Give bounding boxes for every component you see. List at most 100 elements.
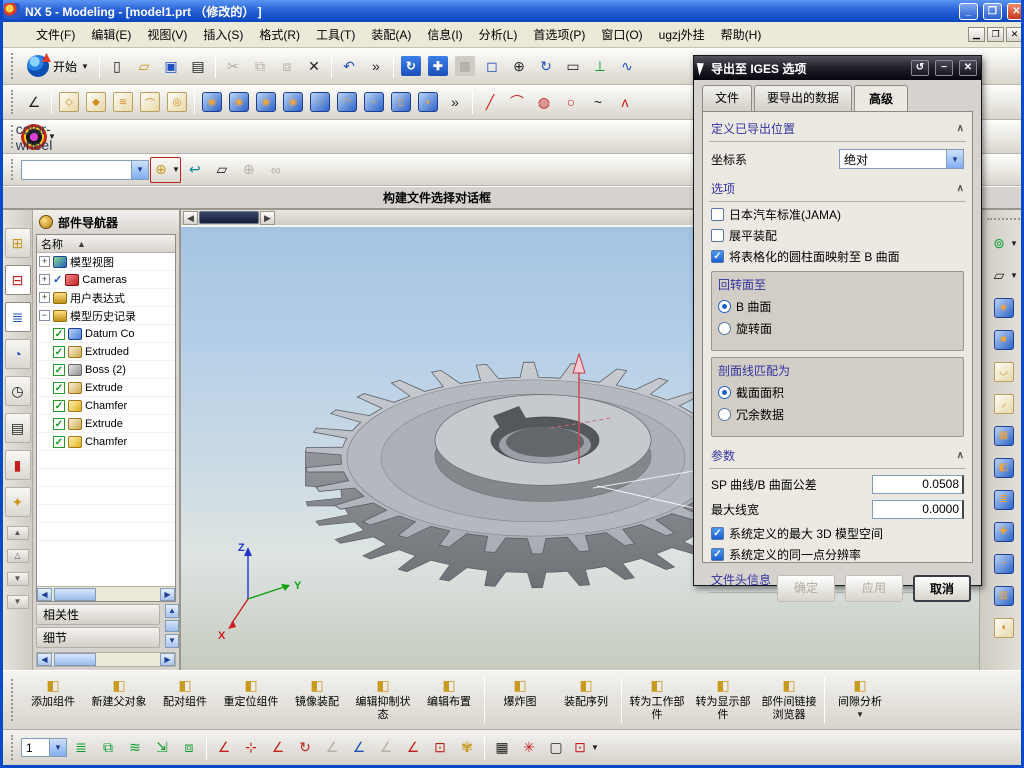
dialog-tab-2[interactable]: 要导出的数据	[754, 85, 853, 111]
menu-item-5[interactable]: 格式(R)	[252, 23, 307, 46]
undo-button[interactable]: ↶	[336, 53, 362, 79]
cylinder-ghost-button[interactable]: ◎	[164, 89, 190, 115]
footer-scroll-down-icon[interactable]: ▼	[165, 634, 179, 648]
fit-selection-button[interactable]: ▩	[452, 53, 478, 79]
graphics-view-tab[interactable]	[199, 211, 259, 224]
selection-scope-combo[interactable]: ▼	[21, 159, 149, 180]
feature-checkbox[interactable]: ✓	[53, 363, 65, 376]
tree-row[interactable]: ✓ Chamfer	[37, 433, 175, 451]
menu-item-6[interactable]: 工具(T)	[309, 23, 362, 46]
wcs-save-button[interactable]: ⊡	[427, 735, 453, 761]
minimize-button[interactable]: _	[959, 2, 978, 20]
visualization-button[interactable]: ▮	[4, 450, 31, 480]
mate-component-button[interactable]: ◧ 配对组件	[152, 671, 218, 729]
bend-button[interactable]: ◡	[991, 357, 1017, 386]
mdi-restore-button[interactable]: ❐	[987, 27, 1004, 42]
roles-button[interactable]: ✦	[4, 487, 31, 517]
extrude-button[interactable]: ◉	[199, 89, 225, 115]
reposition-component-button[interactable]: ◧ 重定位组件	[218, 671, 284, 729]
open-button[interactable]: ▱	[131, 53, 157, 79]
menu-item-2[interactable]: 编辑(E)	[84, 23, 138, 46]
navigator-section-2[interactable]: 细节	[36, 627, 160, 648]
expand-icon[interactable]: +	[39, 274, 50, 285]
zoom-box-button[interactable]: ◻	[479, 53, 505, 79]
footer-horizontal-scrollbar[interactable]: ◀ ▶	[36, 652, 176, 667]
rotate-view-button[interactable]: ↻	[533, 53, 559, 79]
edit-suppression-button[interactable]: ◧ 编辑抑制状态	[350, 671, 416, 729]
part-navigator-button[interactable]: ≣	[4, 302, 31, 332]
wcs-orient-button[interactable]: ∠	[319, 735, 345, 761]
pocket-button[interactable]: ◌	[307, 89, 333, 115]
tree-row[interactable]: ✓ Chamfer	[37, 397, 175, 415]
apply-button[interactable]: 应用	[845, 575, 903, 602]
wcs-rotate-button[interactable]: ↻	[292, 735, 318, 761]
checkbox-row[interactable]: ✓ 系统定义的同一点分辨率	[711, 546, 964, 563]
reuse-library-button[interactable]: ◔	[4, 339, 31, 369]
checked-checkbox[interactable]: ✓	[711, 250, 724, 263]
checkbox-row[interactable]: 日本汽车标准(JAMA)	[711, 206, 964, 223]
dialog-reset-button[interactable]: ↺	[911, 60, 929, 76]
history-button[interactable]: ◷	[4, 376, 31, 406]
dialog-close-button[interactable]: ✕	[959, 60, 977, 76]
footer-scroll-up-icon[interactable]: ▲	[165, 604, 179, 618]
wcs-yc-button[interactable]: ∠	[400, 735, 426, 761]
assembly-sequence-button[interactable]: ◧ 装配序列	[553, 671, 619, 729]
move-to-layer-button[interactable]: ⇲	[149, 735, 175, 761]
sort-ascending-icon[interactable]: ▲	[77, 239, 86, 249]
unchecked-checkbox[interactable]	[711, 208, 724, 221]
expand-icon[interactable]: +	[39, 292, 50, 303]
selection-filter-button[interactable]: ⊕ ▼	[150, 156, 181, 183]
layer-settings-button[interactable]: ≣	[68, 735, 94, 761]
csys-combo[interactable]: 绝对 ▼	[839, 149, 964, 169]
pad-button[interactable]: ◠	[334, 89, 360, 115]
feature-checkbox[interactable]: ✓	[53, 399, 65, 412]
trim-button[interactable]: ◗	[415, 89, 441, 115]
snap-point-button[interactable]: ⊕	[236, 157, 262, 183]
menu-item-1[interactable]: 文件(F)	[29, 23, 82, 46]
menu-item-8[interactable]: 信息(I)	[420, 23, 469, 46]
polyline-button[interactable]: ʌ	[612, 89, 638, 115]
tree-row[interactable]: ✓ Boss (2)	[37, 361, 175, 379]
feature-checkbox[interactable]: ✓	[53, 435, 65, 448]
make-work-part-button[interactable]: ◧ 转为工作部件	[624, 671, 690, 729]
footer-scroll-thumb[interactable]	[165, 620, 179, 632]
interpart-link-browser-button[interactable]: ◧ 部件间链接浏览器	[756, 671, 822, 729]
resource-scroll-icon[interactable]: ▼	[6, 595, 29, 609]
work-layer-combo[interactable]: 1 ▼	[21, 738, 67, 757]
more-standard-button[interactable]: »	[363, 53, 389, 79]
resource-scroll-icon[interactable]: △	[6, 549, 29, 563]
conic-button[interactable]: ~	[585, 89, 611, 115]
eraser-button[interactable]: ▱	[209, 157, 235, 183]
menu-item-10[interactable]: 首选项(P)	[526, 23, 592, 46]
feature-checkbox[interactable]: ✓	[53, 417, 65, 430]
box-top-button[interactable]: ▦	[991, 421, 1017, 450]
wcs-display-button[interactable]: ✾	[454, 735, 480, 761]
tree-row[interactable]: ✓ Extrude	[37, 379, 175, 397]
orient-view-button[interactable]: ⊥	[587, 53, 613, 79]
footer-scroll-right-icon[interactable]: ▶	[160, 653, 175, 666]
edit-arrangement-button[interactable]: ◧ 编辑布置	[416, 671, 482, 729]
start-button[interactable]: 开始 ▼	[21, 54, 95, 78]
checkbox-row[interactable]: ✓ 系统定义的最大 3D 模型空间	[711, 525, 964, 542]
boss-button[interactable]: ◉	[280, 89, 306, 115]
dialog-title-bar[interactable]: 导出至 IGES 选项 ↺ − ✕	[694, 56, 981, 80]
tab-scroll-right-icon[interactable]: ▶	[260, 210, 275, 225]
mdi-minimize-button[interactable]: ▁	[968, 27, 985, 42]
revolve-button[interactable]: ◉	[226, 89, 252, 115]
scroll-right-icon[interactable]: ▶	[160, 587, 175, 601]
collapse-icon[interactable]: ∧	[957, 450, 964, 461]
radio-row[interactable]: 旋转面	[718, 320, 957, 337]
footer-scroll-left-icon[interactable]: ◀	[37, 653, 52, 666]
grid-button[interactable]: ▦	[489, 735, 515, 761]
scroll-thumb[interactable]	[54, 587, 96, 601]
sew-button[interactable]: ▥	[991, 581, 1017, 610]
wcs-dynamics-button[interactable]: ∠	[211, 735, 237, 761]
tree-column-header[interactable]: 名称 ▲	[37, 235, 175, 253]
cancel-button[interactable]: 取消	[913, 575, 971, 602]
chain-curve-button[interactable]: ∞	[263, 157, 289, 183]
print-button[interactable]: ▤	[185, 53, 211, 79]
part-navigator-header[interactable]: 部件导航器	[33, 210, 179, 234]
hole-ghost-button[interactable]: ◆	[83, 89, 109, 115]
section-export-location[interactable]: 定义已导出位置 ∧	[709, 116, 966, 142]
arc-button[interactable]: ⌒	[504, 89, 530, 115]
